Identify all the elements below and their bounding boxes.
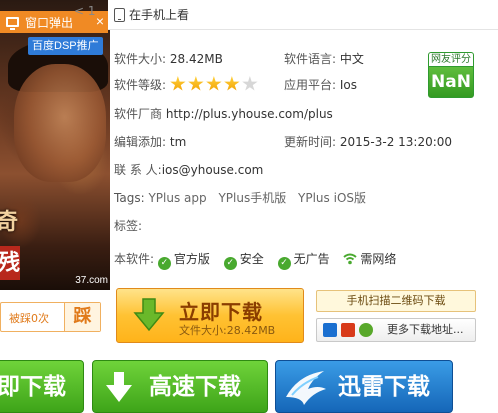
- star-icon: [188, 76, 204, 91]
- level-stars: [170, 76, 260, 92]
- ad-tag[interactable]: 百度DSP推广: [28, 37, 103, 55]
- level-label: 软件等级:: [114, 78, 167, 92]
- feature-official: 官方版: [173, 252, 210, 266]
- dislike-box: 被踩0次 踩: [0, 302, 101, 332]
- update-value: 2015-3-2 13:20:00: [339, 135, 453, 149]
- monitor-icon: [6, 17, 19, 30]
- lang-label: 软件语言:: [284, 52, 337, 66]
- tags-row: Tags: YPlus app YPlus手机版 YPlus iOS版: [114, 189, 374, 207]
- download-arrow-icon: [106, 372, 132, 402]
- high-speed-download-button[interactable]: 高速下载: [92, 360, 268, 413]
- check-icon: ✓: [157, 257, 171, 270]
- size-row: 软件大小: 28.42MB: [114, 50, 223, 68]
- feature-safe: 安全: [239, 252, 264, 266]
- wifi-icon: [343, 253, 358, 265]
- close-icon[interactable]: ×: [96, 13, 104, 29]
- features-row: 本软件: ✓ 官方版 ✓ 安全 ✓ 无广告 需网络: [114, 250, 406, 270]
- tags-label: Tags:: [114, 191, 145, 205]
- contact-label: 联 系 人:: [114, 163, 162, 177]
- qr-download-button[interactable]: 手机扫描二维码下载: [316, 290, 476, 312]
- user-rating-badge: 网友评分 NaN: [428, 52, 474, 98]
- vendor-link[interactable]: http://plus.yhouse.com/plus: [166, 107, 333, 121]
- thunder-download-button[interactable]: 迅雷下载: [275, 360, 453, 413]
- download-now-button[interactable]: 立即下载 文件大小:28.42MB: [116, 288, 304, 343]
- dislike-button[interactable]: 踩: [64, 303, 100, 331]
- rating-title: 网友评分: [429, 54, 473, 67]
- star-icon: [170, 76, 186, 91]
- star-icon: [224, 76, 240, 91]
- size-label: 软件大小:: [114, 52, 167, 66]
- green-app-icon: [359, 323, 373, 337]
- contact-row: 联 系 人:ios@yhouse.com: [114, 161, 263, 179]
- feature-no-ads: 无广告: [293, 252, 330, 266]
- download-now-bottom-button[interactable]: 即下载: [0, 360, 84, 413]
- editor-row: 编辑添加: tm: [114, 133, 186, 151]
- editor-label: 编辑添加:: [114, 135, 167, 149]
- tag-link[interactable]: YPlus iOS版: [298, 191, 366, 205]
- feature-network: 需网络: [360, 252, 397, 266]
- red-app-icon: [341, 323, 355, 337]
- ad-watermark: 37.com: [75, 275, 108, 286]
- vendor-label: 软件厂商: [114, 107, 163, 121]
- more-download-label: 更多下载地址...: [387, 323, 464, 336]
- this-software-label: 本软件:: [114, 252, 155, 266]
- popup-title: 窗口弹出: [25, 15, 74, 30]
- labels-row: 标签:: [114, 217, 142, 235]
- thunder-bird-icon: [286, 371, 326, 405]
- star-icon: [242, 76, 258, 91]
- ad-face: [14, 64, 106, 182]
- thunder-download-label: 迅雷下载: [338, 374, 430, 400]
- platform-value: Ios: [339, 78, 358, 92]
- more-download-links-button[interactable]: 更多下载地址...: [316, 318, 476, 342]
- high-speed-download-label: 高速下载: [149, 374, 241, 400]
- platform-row: 应用平台: Ios: [284, 76, 357, 94]
- editor-value: tm: [169, 135, 187, 149]
- star-icon: [206, 76, 222, 91]
- update-row: 更新时间: 2015-3-2 13:20:00: [284, 133, 452, 151]
- top-nav-left[interactable]: < 1: [74, 4, 96, 18]
- ad-image-char-2: 残: [0, 246, 20, 280]
- labels-label: 标签:: [114, 219, 143, 233]
- rating-value: NaN: [429, 67, 473, 97]
- top-strip: < 1 在手机上看: [74, 0, 498, 30]
- lang-row: 软件语言: 中文: [284, 50, 364, 68]
- size-value: 28.42MB: [169, 52, 223, 66]
- view-on-phone-link[interactable]: 在手机上看: [129, 6, 189, 23]
- check-icon: ✓: [277, 257, 291, 270]
- tag-link[interactable]: YPlus手机版: [218, 191, 286, 205]
- check-icon: ✓: [223, 257, 237, 270]
- download-file-size: 文件大小:28.42MB: [179, 324, 276, 337]
- tag-link[interactable]: YPlus app: [148, 191, 206, 205]
- phone-icon: [114, 7, 125, 22]
- ad-image-char-1: 奇: [0, 209, 19, 235]
- blue-app-icon: [323, 323, 337, 337]
- update-label: 更新时间:: [284, 135, 337, 149]
- download-now-label: 立即下载: [179, 300, 263, 324]
- dislike-count: 被踩0次: [9, 312, 49, 325]
- contact-value: ios@yhouse.com: [161, 163, 264, 177]
- vendor-row: 软件厂商 http://plus.yhouse.com/plus: [114, 105, 333, 123]
- level-row: 软件等级:: [114, 76, 260, 94]
- platform-label: 应用平台:: [284, 78, 337, 92]
- lang-value: 中文: [339, 52, 364, 66]
- download-arrow-icon: [133, 298, 165, 332]
